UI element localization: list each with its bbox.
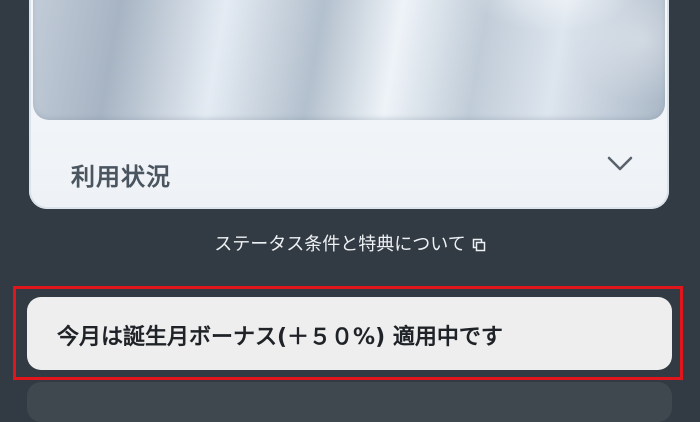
external-link-icon — [472, 238, 485, 252]
usage-status-label: 利用状況 — [71, 163, 171, 191]
highlight-frame — [13, 286, 683, 380]
card-artwork — [33, 0, 665, 120]
next-card-peek — [27, 382, 672, 422]
chevron-down-icon — [607, 156, 633, 171]
usage-status-toggle[interactable]: 利用状況 — [29, 130, 669, 200]
status-conditions-link[interactable]: ステータス条件と特典について — [0, 230, 700, 256]
membership-card: 利用状況 — [29, 0, 669, 209]
status-conditions-link-label: ステータス条件と特典について — [214, 234, 466, 255]
